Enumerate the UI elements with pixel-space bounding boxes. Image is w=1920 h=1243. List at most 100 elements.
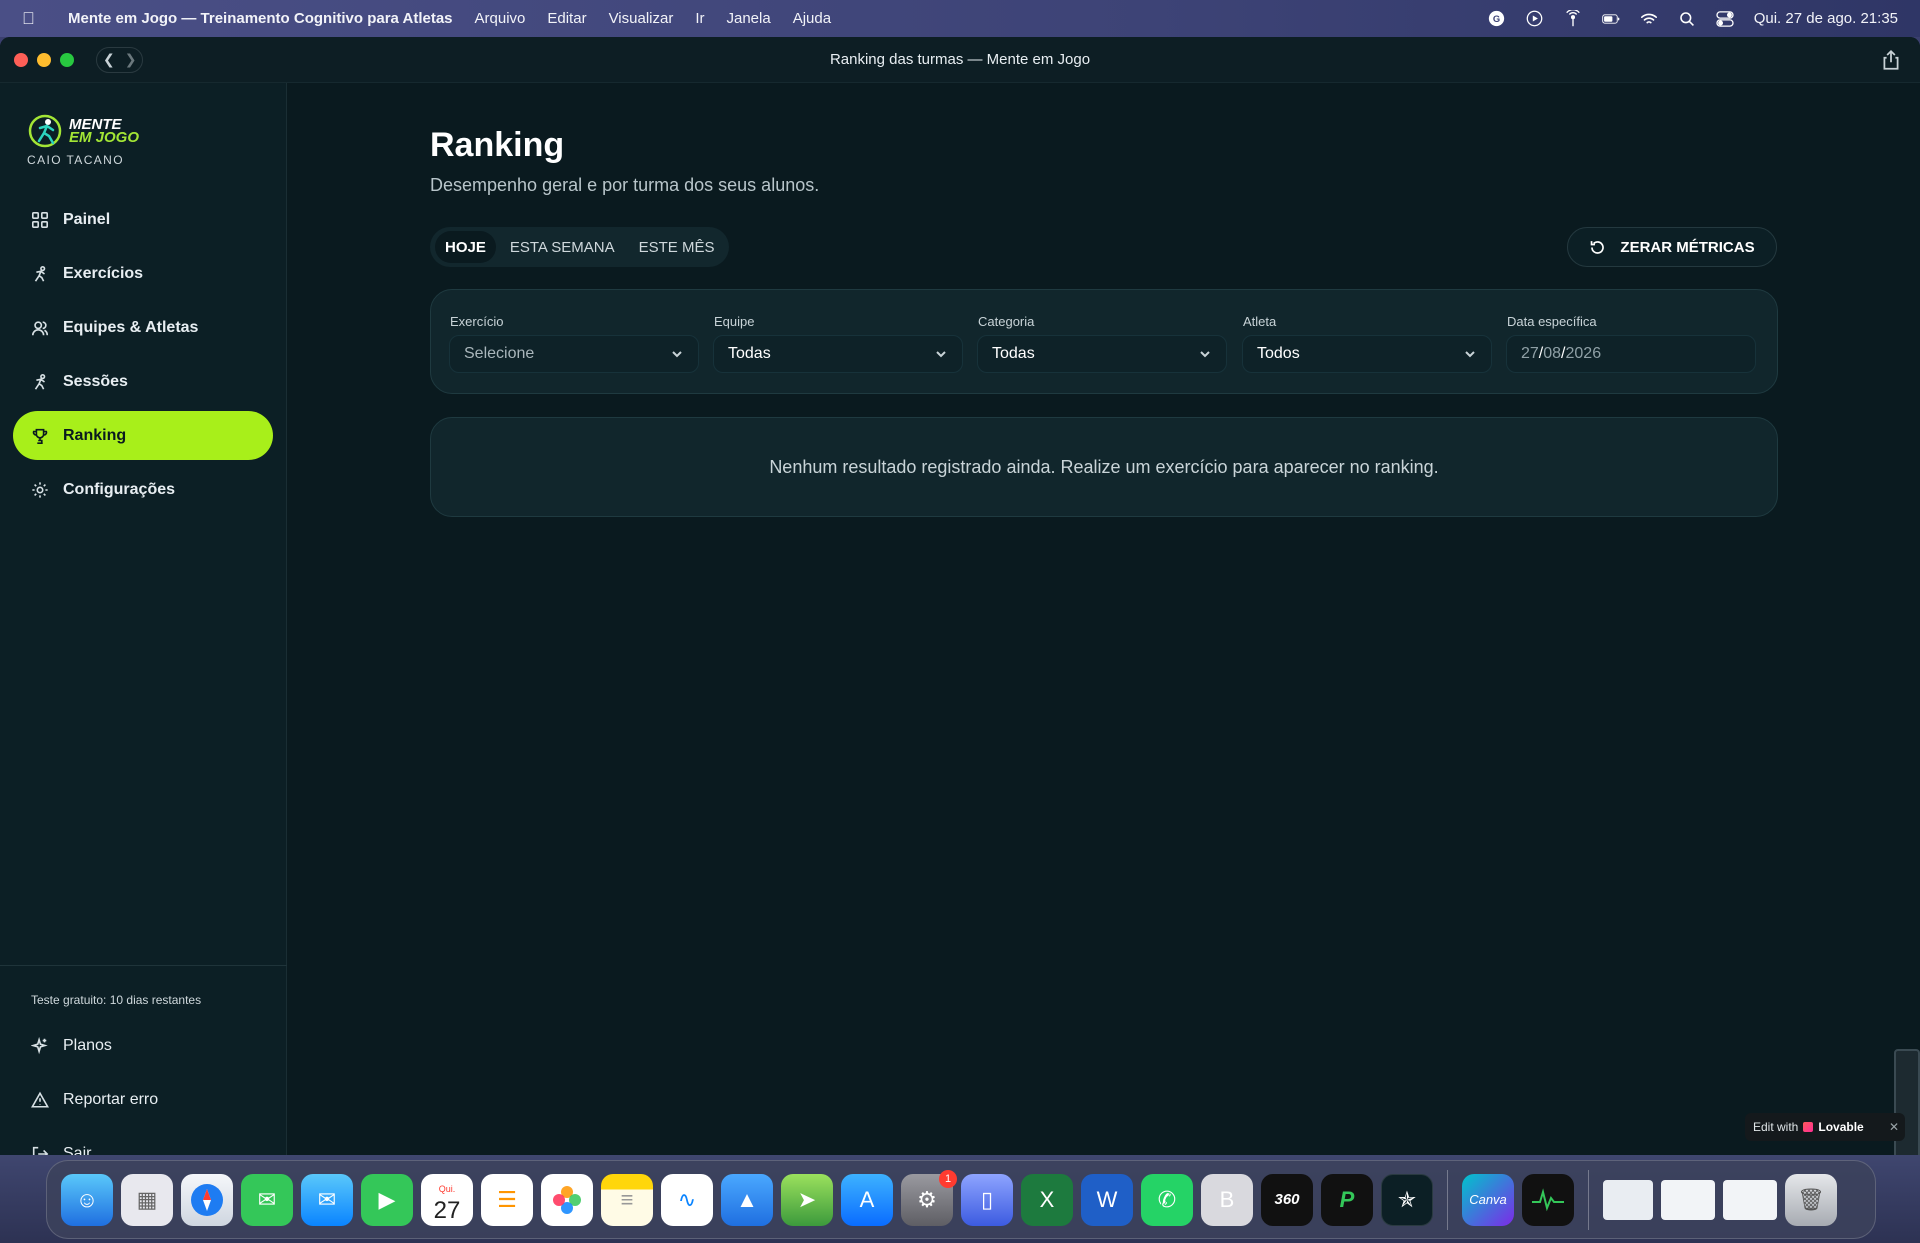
menu-janela[interactable]: Janela bbox=[727, 10, 771, 27]
photos-icon[interactable] bbox=[541, 1173, 593, 1226]
sparkles-icon bbox=[31, 1036, 48, 1054]
lovable-brand: Lovable bbox=[1818, 1120, 1864, 1134]
lovable-prefix: Edit with bbox=[1753, 1120, 1799, 1134]
menu-arquivo[interactable]: Arquivo bbox=[475, 10, 526, 27]
p-app-icon[interactable]: P bbox=[1321, 1173, 1373, 1226]
categoria-select[interactable]: Todas bbox=[977, 335, 1227, 373]
svg-text:G: G bbox=[1493, 14, 1500, 24]
sidebar-item-exercicios[interactable]: Exercícios bbox=[13, 249, 273, 298]
app-window: ❮ ❯ Ranking das turmas — Mente em Jogo M… bbox=[0, 37, 1920, 1155]
title-bar: ❮ ❯ Ranking das turmas — Mente em Jogo bbox=[0, 37, 1920, 83]
menu-ir[interactable]: Ir bbox=[695, 10, 704, 27]
back-arrow-icon[interactable]: ❮ bbox=[103, 51, 115, 68]
launchpad-icon[interactable]: ▦ bbox=[121, 1173, 173, 1226]
trial-status: Teste gratuito: 10 dias restantes bbox=[31, 993, 202, 1007]
calendar-icon[interactable]: Qui. 27 bbox=[421, 1173, 473, 1226]
apple-menu-icon[interactable]:  bbox=[22, 9, 48, 29]
reset-metrics-button[interactable]: ZERAR MÉTRICAS bbox=[1567, 227, 1777, 267]
edit-with-lovable-badge[interactable]: Edit with Lovable ✕ bbox=[1745, 1113, 1905, 1141]
chevron-down-icon bbox=[936, 351, 946, 358]
recent-window-1-icon[interactable] bbox=[1603, 1179, 1653, 1220]
app-name-menu[interactable]: Mente em Jogo — Treinamento Cognitivo pa… bbox=[68, 10, 453, 27]
canva-icon[interactable]: Canva bbox=[1462, 1173, 1514, 1226]
recent-window-2-icon[interactable] bbox=[1661, 1179, 1715, 1220]
brand-wordmark: MENTE EM JOGO bbox=[69, 117, 139, 145]
close-icon[interactable]: ✕ bbox=[1889, 1120, 1899, 1134]
sidebar-item-label: Painel bbox=[63, 210, 111, 228]
sidebar-item-label: Ranking bbox=[63, 426, 127, 444]
control-center-icon[interactable] bbox=[1716, 10, 1734, 28]
history-nav: ❮ ❯ bbox=[96, 46, 144, 73]
close-window-button[interactable] bbox=[14, 52, 28, 67]
brand-logo[interactable]: MENTE EM JOGO bbox=[27, 113, 139, 149]
date-month[interactable]: 08 bbox=[1543, 345, 1561, 362]
facetime-icon[interactable]: ▶ bbox=[361, 1173, 413, 1226]
main-content: Ranking Desempenho geral e por turma dos… bbox=[288, 83, 1920, 1155]
whatsapp-icon[interactable]: ✆ bbox=[1141, 1173, 1193, 1226]
grammarly-icon[interactable]: G bbox=[1488, 10, 1506, 28]
minimize-window-button[interactable] bbox=[37, 52, 51, 67]
date-day[interactable]: 27 bbox=[1521, 345, 1539, 362]
system-settings-icon[interactable]: ⚙ 1 bbox=[901, 1169, 957, 1226]
notes-icon[interactable]: ≡ bbox=[601, 1173, 653, 1226]
messages-icon[interactable]: ✉ bbox=[241, 1173, 293, 1226]
safari-icon[interactable] bbox=[181, 1173, 233, 1226]
atleta-select[interactable]: Todos bbox=[1242, 335, 1492, 373]
menu-ajuda[interactable]: Ajuda bbox=[793, 10, 831, 27]
forward-arrow-icon[interactable]: ❯ bbox=[125, 51, 137, 68]
exercicio-select[interactable]: Selecione bbox=[449, 335, 699, 373]
app-store-icon[interactable]: A bbox=[841, 1173, 893, 1226]
page-title: Ranking bbox=[430, 126, 565, 164]
keynote-icon[interactable]: ▲ bbox=[721, 1173, 773, 1226]
excel-icon[interactable]: X bbox=[1021, 1173, 1073, 1226]
equipe-select[interactable]: Todas bbox=[713, 335, 963, 373]
menu-editar[interactable]: Editar bbox=[547, 10, 586, 27]
sidebar-item-painel[interactable]: Painel bbox=[13, 195, 273, 244]
sidebar-item-sair[interactable]: Sair bbox=[13, 1129, 273, 1155]
mail-icon[interactable]: ✉ bbox=[301, 1173, 353, 1226]
app-360-label: 360 bbox=[1274, 1191, 1300, 1208]
refresh-icon bbox=[1591, 240, 1605, 254]
logout-icon bbox=[32, 1146, 49, 1155]
freeform-icon[interactable]: ∿ bbox=[661, 1173, 713, 1226]
sidebar-item-configuracoes[interactable]: Configurações bbox=[13, 465, 273, 514]
date-input[interactable]: 27/08/2026 bbox=[1506, 335, 1756, 373]
airdrop-icon[interactable] bbox=[1564, 9, 1582, 28]
date-year[interactable]: 2026 bbox=[1566, 345, 1602, 362]
b-app-icon[interactable]: B bbox=[1201, 1173, 1253, 1226]
battery-icon[interactable] bbox=[1601, 10, 1620, 28]
play-icon[interactable] bbox=[1526, 10, 1544, 28]
filter-categoria: Categoria Todas bbox=[977, 314, 1227, 373]
sidebar-item-label: Equipes & Atletas bbox=[63, 318, 199, 336]
sidebar-item-ranking[interactable]: Ranking bbox=[13, 411, 273, 460]
tab-esta-semana[interactable]: ESTA SEMANA bbox=[500, 231, 625, 263]
maps-icon[interactable]: ➤ bbox=[781, 1173, 833, 1226]
tab-este-mes[interactable]: ESTE MÊS bbox=[629, 231, 725, 263]
filter-data: Data específica 27/08/2026 bbox=[1506, 314, 1756, 373]
sidebar-item-sessoes[interactable]: Sessões bbox=[13, 357, 273, 406]
zoom-window-button[interactable] bbox=[60, 52, 74, 67]
sidebar-item-planos[interactable]: Planos bbox=[13, 1021, 273, 1070]
mente-em-jogo-app-icon[interactable]: ✯ bbox=[1381, 1173, 1433, 1226]
wifi-icon[interactable] bbox=[1640, 10, 1658, 28]
dashboard-icon bbox=[31, 211, 49, 228]
finder-icon[interactable]: ☺ bbox=[61, 1173, 113, 1226]
app-360-icon[interactable]: 360 bbox=[1261, 1173, 1313, 1226]
menu-visualizar[interactable]: Visualizar bbox=[609, 10, 674, 27]
sidebar-item-reportar-erro[interactable]: Reportar erro bbox=[13, 1075, 273, 1124]
tab-hoje[interactable]: HOJE bbox=[435, 231, 496, 263]
sidebar-item-equipes[interactable]: Equipes & Atletas bbox=[13, 303, 273, 352]
warning-icon bbox=[31, 1091, 49, 1108]
user-name: CAIO TACANO bbox=[27, 153, 124, 167]
trash-icon[interactable]: 🗑 bbox=[1785, 1173, 1837, 1226]
search-icon[interactable] bbox=[1678, 10, 1696, 28]
recent-window-3-icon[interactable] bbox=[1723, 1179, 1777, 1220]
share-icon[interactable] bbox=[1880, 49, 1902, 71]
reminders-icon[interactable]: ☰ bbox=[481, 1173, 533, 1226]
simulator-icon[interactable]: ▯ bbox=[961, 1173, 1013, 1226]
menu-clock[interactable]: Qui. 27 de ago. 21:35 bbox=[1754, 10, 1898, 27]
notification-badge: 1 bbox=[939, 1169, 957, 1188]
activity-monitor-icon[interactable] bbox=[1522, 1173, 1574, 1226]
word-icon[interactable]: W bbox=[1081, 1173, 1133, 1226]
menu-bar:  Mente em Jogo — Treinamento Cognitivo … bbox=[0, 0, 1920, 37]
